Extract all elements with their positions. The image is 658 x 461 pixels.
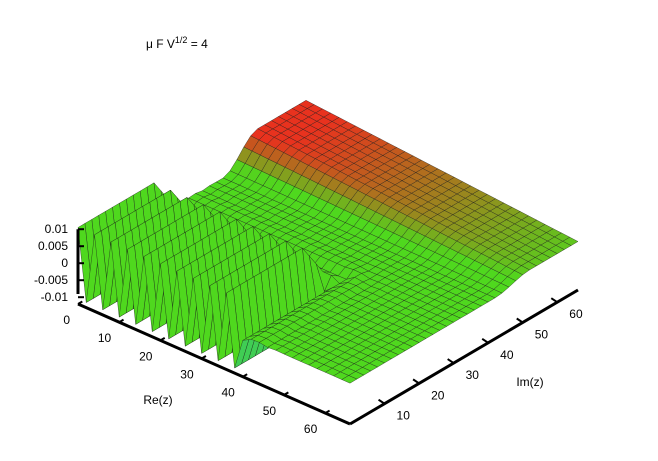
x-tick xyxy=(77,300,83,305)
z-tick-label: -0.005 xyxy=(34,273,68,287)
y-tick-label: 10 xyxy=(397,409,411,423)
y-tick-label: 20 xyxy=(431,388,445,402)
z-tick-label: 0.01 xyxy=(45,222,69,236)
y-tick xyxy=(550,297,558,304)
x-tick xyxy=(283,391,289,396)
x-axis-label: Re(z) xyxy=(143,393,172,407)
x-tick-label: 40 xyxy=(221,386,235,400)
title-superscript: 1/2 xyxy=(175,35,188,45)
chart-title: μ F V1/2 = 4 xyxy=(146,35,208,51)
x-tick xyxy=(324,409,331,414)
x-tick xyxy=(242,373,248,378)
y-tick xyxy=(516,317,524,324)
title-prefix: μ F V xyxy=(146,37,175,51)
z-tick-label: -0.01 xyxy=(41,290,69,304)
z-tick-label: 0.005 xyxy=(38,239,68,253)
surface-plot: 0 10 20 30 40 50 60 10 20 30 40 50 60 0.01 0.005 0 -0.00… xyxy=(34,35,583,436)
y-tick-label: 40 xyxy=(500,348,514,362)
x-tick-label: 20 xyxy=(139,349,153,363)
x-tick-label: 30 xyxy=(180,368,194,382)
y-tick xyxy=(377,398,386,405)
y-axis-label: Im(z) xyxy=(516,375,543,389)
z-tick-label: 0 xyxy=(61,256,68,270)
surface-mesh xyxy=(77,100,579,384)
y-tick xyxy=(481,337,489,344)
y-tick xyxy=(447,358,455,364)
x-tick-label: 0 xyxy=(63,313,70,327)
x-tick-label: 60 xyxy=(304,422,318,436)
y-tick-label: 60 xyxy=(569,307,583,321)
y-tick xyxy=(412,378,420,385)
x-tick-label: 10 xyxy=(98,331,112,345)
y-tick-label: 50 xyxy=(535,327,549,341)
x-tick-label: 50 xyxy=(263,404,277,418)
x-tick xyxy=(159,336,166,342)
x-tick xyxy=(118,318,125,324)
title-suffix: = 4 xyxy=(187,37,208,51)
x-tick xyxy=(201,355,207,360)
y-tick-label: 30 xyxy=(466,368,480,382)
